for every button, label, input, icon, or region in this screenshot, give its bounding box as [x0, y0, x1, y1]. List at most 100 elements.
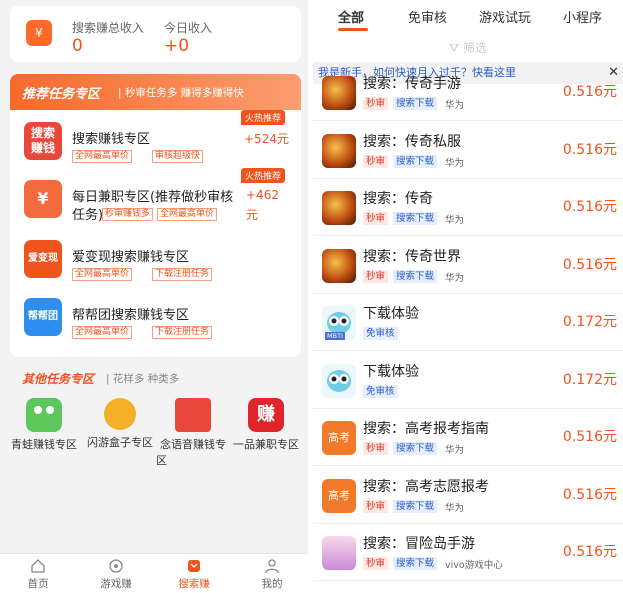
platform-label: 华为	[445, 157, 465, 169]
other-tasks-subtitle: | 花样多 种类多	[106, 373, 180, 385]
tab-all[interactable]: 全部	[338, 7, 364, 26]
task-tag: 审核超级快	[152, 150, 204, 163]
task-title: 下载体验	[363, 363, 419, 380]
task-title: 搜索：高考报考指南	[363, 421, 489, 437]
other-task-yipin[interactable]: 赚 一品兼职专区	[230, 398, 302, 452]
today-income-label: 今日收入	[164, 21, 213, 35]
other-task-label: 一品兼职专区	[233, 438, 299, 451]
task-title: 搜索：高考志愿报考	[363, 478, 489, 495]
legend-game-icon	[322, 248, 356, 283]
task-reward-unit: 元	[246, 208, 259, 222]
task-name: 帮帮团搜索赚钱专区	[72, 308, 190, 323]
tab-search-earn[interactable]: 搜索赚	[164, 558, 224, 591]
task-row[interactable]: MBTI 下载体验 免审核 0.172元	[313, 294, 623, 351]
category-tabs: 全部 免审核 游戏试玩 小程序	[313, 0, 623, 34]
legend-game-icon	[322, 133, 356, 168]
total-income-label: 搜索赚总收入	[72, 21, 145, 35]
hot-recommend-badge: 火热推荐	[241, 110, 286, 125]
task-tag: 下载注册任务	[152, 268, 213, 281]
platform-label: 华为	[445, 272, 465, 284]
task-row[interactable]: 高考 搜索：高考报考指南 秒审 搜索下载 华为 0.516元	[313, 409, 623, 466]
profile-icon	[265, 559, 279, 574]
tab-label: 游戏赚	[100, 578, 132, 590]
fast-review-badge: 秒审	[363, 212, 389, 225]
task-price: 0.516元	[562, 141, 617, 158]
mbti-icon-label: MBTI	[325, 332, 345, 340]
other-task-label: 青蛙赚钱专区	[11, 438, 77, 451]
task-price: 0.516元	[562, 429, 617, 445]
task-price: 0.172元	[562, 371, 617, 388]
fast-review-badge: 秒审	[363, 97, 389, 110]
task-price: 0.516元	[562, 199, 617, 215]
tab-game-earn[interactable]: 游戏赚	[86, 558, 146, 591]
task-row[interactable]: 搜索：冒险岛手游 秒审 搜索下载 vivo游戏中心 0.516元	[313, 524, 623, 581]
tab-mine[interactable]: 我的	[242, 558, 302, 591]
money-bag-icon: ¥	[24, 180, 62, 218]
search-download-badge: 搜索下载	[393, 442, 438, 455]
task-row[interactable]: 下载体验 免审核 0.172元	[313, 352, 623, 409]
platform-label: 华为	[445, 502, 465, 514]
platform-label: 华为	[445, 100, 465, 111]
recommended-tasks-section: 推荐任务专区 | 秒审任务多 赚得多赚得快 搜索 赚钱 搜索赚钱专区 全网最高单价…	[10, 74, 301, 357]
recommended-subtitle: | 秒审任务多 赚得多赚得快	[118, 87, 244, 99]
other-task-label: 念语音赚钱专	[160, 438, 226, 451]
task-name: 爱变现搜索赚钱专区	[72, 250, 190, 265]
no-review-badge: 免审核	[363, 327, 398, 340]
tab-label: 首页	[27, 578, 49, 590]
task-aibianxian[interactable]: 爱变现 爱变现搜索赚钱专区 全网最高单价 下载注册任务	[24, 240, 294, 286]
task-tag: 全网最高单价	[72, 326, 133, 339]
task-title: 搜索：冒险岛手游	[363, 536, 475, 552]
task-row[interactable]: 搜索：传奇私服 秒审 搜索下载 华为 0.516元	[313, 122, 623, 179]
platform-label: 华为	[445, 445, 465, 456]
fast-review-badge: 秒审	[363, 269, 389, 283]
filter-button[interactable]: ⛛ 筛选	[313, 34, 623, 62]
search-download-badge: 搜索下载	[393, 499, 438, 513]
fast-review-badge: 秒审	[363, 557, 389, 570]
task-title: 搜索：传奇世界	[363, 248, 461, 265]
task-price: 0.516元	[562, 84, 617, 100]
other-task-nianyuyin[interactable]: 念语音赚钱专 区	[154, 398, 232, 468]
search-download-badge: 搜索下载	[393, 154, 438, 168]
tab-label: 搜索赚	[178, 578, 210, 590]
other-task-frog[interactable]: 青蛙赚钱专区	[10, 398, 78, 452]
lion-icon	[104, 398, 136, 430]
total-income-value: 0	[72, 36, 83, 56]
task-title: 搜索：传奇	[363, 191, 433, 207]
other-tasks-title: 其他任务专区	[22, 372, 95, 386]
aibianxian-logo-icon: 爱变现	[24, 240, 62, 278]
tab-game-trial[interactable]: 游戏试玩	[479, 7, 531, 26]
task-row[interactable]: 高考 搜索：高考志愿报考 秒审 搜索下载 华为 0.516元	[313, 467, 623, 524]
task-reward: +524元	[244, 132, 289, 146]
fast-review-badge: 秒审	[363, 499, 389, 513]
frog-icon	[26, 398, 62, 432]
task-price: 0.516元	[562, 544, 617, 560]
tab-no-review[interactable]: 免审核	[408, 7, 447, 26]
task-tag: 下载注册任务	[152, 326, 213, 339]
tab-home[interactable]: 首页	[8, 558, 68, 591]
tab-mini-program[interactable]: 小程序	[563, 7, 602, 26]
search-earn-icon	[188, 560, 200, 572]
task-tag: 秒审赚钱多	[102, 208, 154, 221]
other-task-shanyou[interactable]: 闪游盒子专区	[84, 398, 156, 450]
active-tab-indicator	[338, 28, 368, 31]
other-task-label-cont: 区	[156, 454, 167, 467]
task-bangbangtuan[interactable]: 帮帮团 帮帮团搜索赚钱专区 全网最高单价 下载注册任务	[24, 298, 294, 344]
search-earn-logo-icon: 搜索 赚钱	[24, 122, 62, 160]
task-title: 搜索：传奇私服	[363, 133, 461, 150]
task-price: 0.516元	[562, 486, 617, 503]
task-row[interactable]: 搜索：传奇 秒审 搜索下载 华为 0.516元	[313, 179, 623, 236]
fast-review-badge: 秒审	[363, 154, 389, 168]
zhuan-icon: 赚	[248, 398, 284, 432]
task-row[interactable]: 搜索：传奇世界 秒审 搜索下载 华为 0.516元	[313, 237, 623, 294]
bangbangtuan-logo-icon: 帮帮团	[24, 298, 62, 336]
today-income-value: +0	[164, 36, 190, 56]
fast-review-badge: 秒审	[363, 442, 389, 455]
hot-recommend-badge: 火热推荐	[241, 168, 286, 183]
other-task-label: 闪游盒子专区	[87, 436, 153, 449]
task-row[interactable]: 搜索：传奇手游 秒审 搜索下载 华为 0.516元	[313, 64, 623, 121]
owl-mbti-icon: MBTI	[322, 306, 356, 340]
gaokao-icon: 高考	[322, 421, 356, 455]
search-download-badge: 搜索下载	[393, 212, 438, 225]
recommended-title: 推荐任务专区	[22, 87, 101, 102]
search-download-badge: 搜索下载	[393, 557, 438, 570]
